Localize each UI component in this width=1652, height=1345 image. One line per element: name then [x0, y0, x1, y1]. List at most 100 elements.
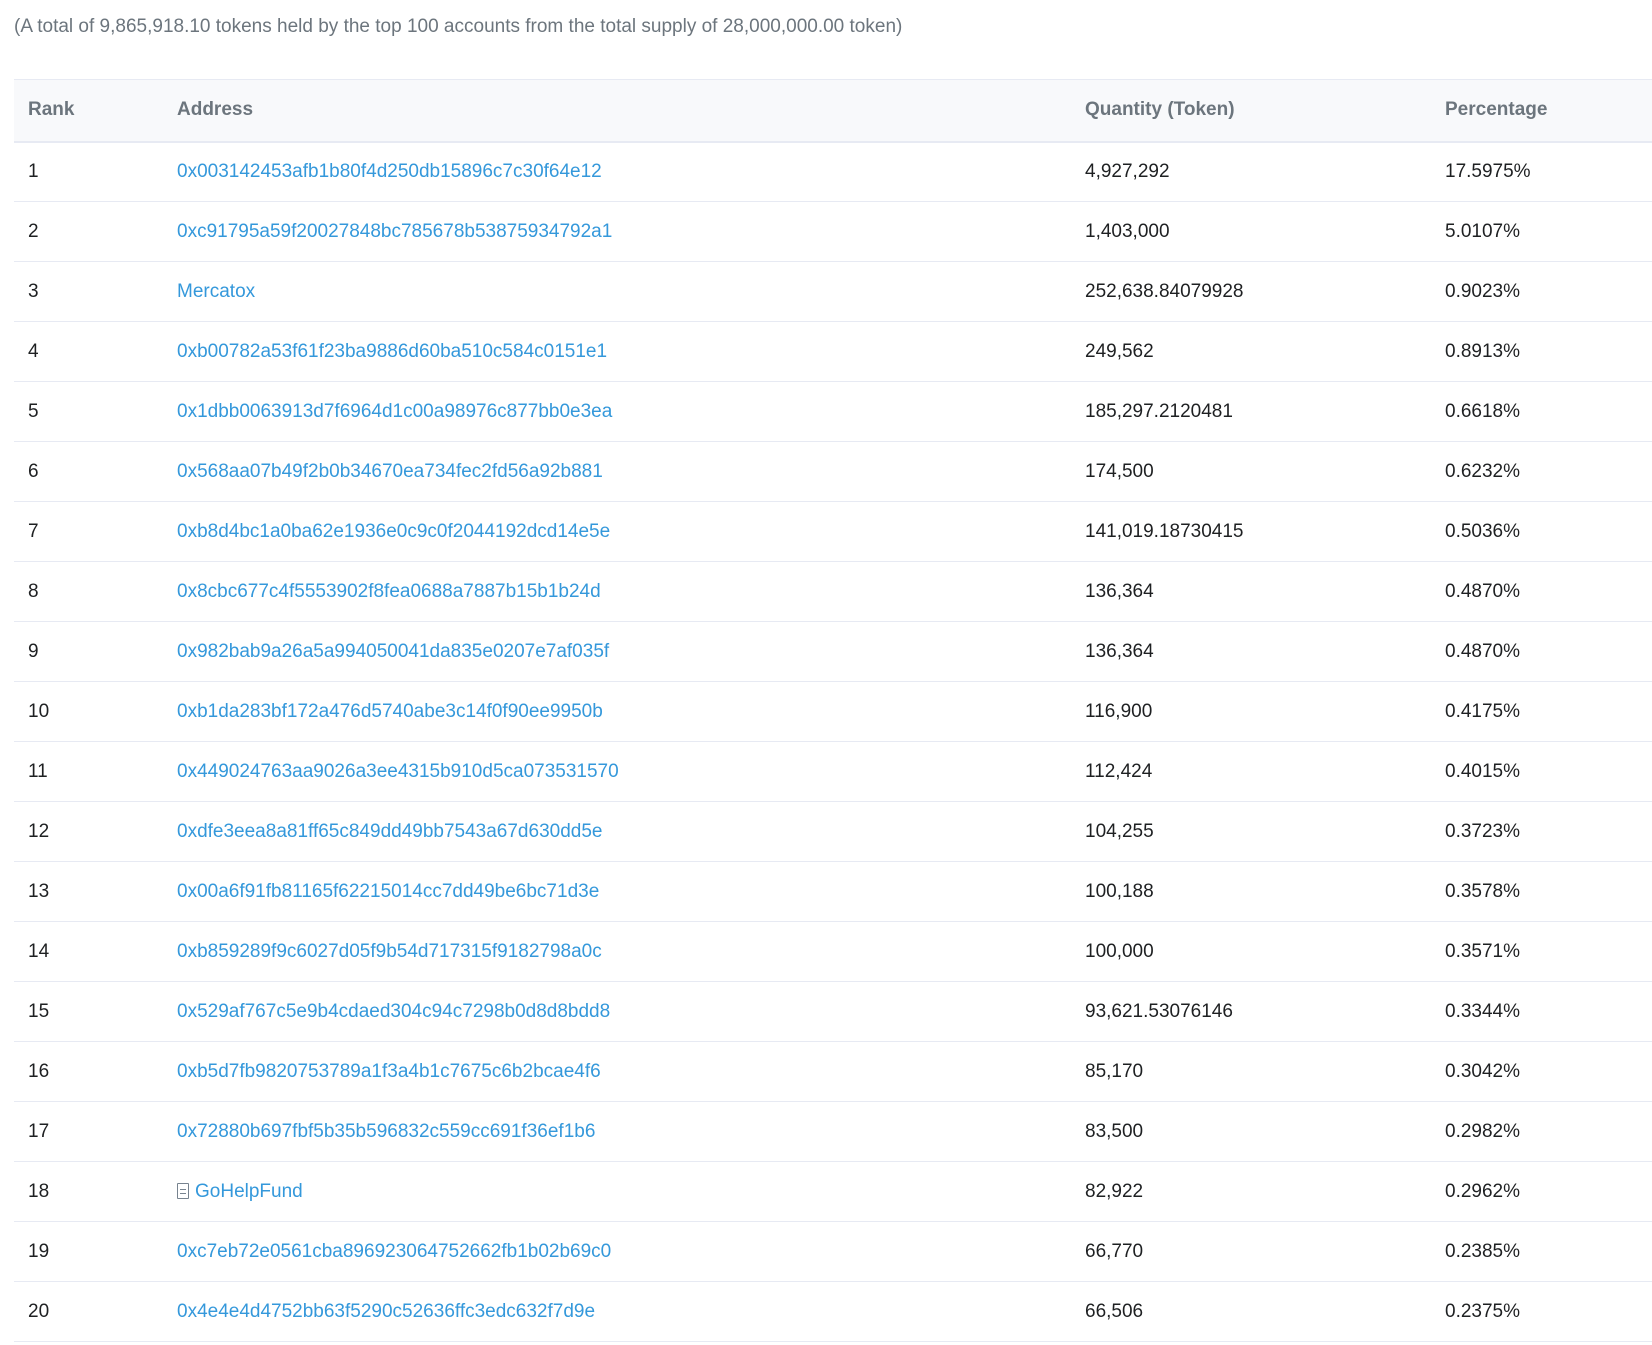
- percentage-cell: 0.3344%: [1445, 1000, 1521, 1022]
- percentage-cell: 17.5975%: [1445, 160, 1531, 182]
- address-cell: 0xb5d7fb9820753789a1f3a4b1c7675c6b2bcae4…: [163, 1042, 1071, 1102]
- quantity-cell: 141,019.18730415: [1085, 520, 1244, 542]
- address-link[interactable]: 0xb859289f9c6027d05f9b54d717315f9182798a…: [177, 941, 602, 962]
- quantity-cell: 93,621.53076146: [1085, 1000, 1233, 1022]
- quantity-cell: 136,364: [1085, 640, 1154, 662]
- percentage-cell: 0.3042%: [1445, 1060, 1521, 1082]
- rank-cell: 17: [28, 1120, 50, 1142]
- address-cell: 0x568aa07b49f2b0b34670ea734fec2fd56a92b8…: [163, 442, 1071, 502]
- address-link[interactable]: 0xc91795a59f20027848bc785678b53875934792…: [177, 221, 612, 242]
- header-row: Rank Address Quantity (Token) Percentage: [14, 79, 1652, 143]
- table-row: 3 Mercatox 252,638.84079928 0.9023%: [14, 262, 1652, 322]
- rank-column-header: Rank: [14, 79, 163, 143]
- rank-cell: 14: [28, 940, 50, 962]
- quantity-cell: 116,900: [1085, 700, 1153, 722]
- quantity-cell: 252,638.84079928: [1085, 280, 1244, 302]
- rank-cell: 12: [28, 820, 50, 842]
- table-row: 8 0x8cbc677c4f5553902f8fea0688a7887b15b1b…: [14, 562, 1652, 622]
- address-cell: 0x003142453afb1b80f4d250db15896c7c30f64e…: [163, 142, 1071, 202]
- rank-cell: 16: [28, 1060, 50, 1082]
- percentage-cell: 0.2385%: [1445, 1240, 1521, 1262]
- table-row: 20 0x4e4e4d4752bb63f5290c52636ffc3edc632f…: [14, 1282, 1652, 1342]
- rank-cell: 5: [28, 400, 39, 422]
- address-link[interactable]: 0x4e4e4d4752bb63f5290c52636ffc3edc632f7d…: [177, 1301, 595, 1322]
- address-link[interactable]: 0x1dbb0063913d7f6964d1c00a98976c877bb0e3…: [177, 401, 612, 422]
- contract-document-icon: [177, 1182, 189, 1199]
- quantity-cell: 249,562: [1085, 340, 1154, 362]
- address-cell: 0x8cbc677c4f5553902f8fea0688a7887b15b1b2…: [163, 562, 1071, 622]
- percentage-cell: 0.5036%: [1445, 520, 1521, 542]
- table-row: 9 0x982bab9a26a5a994050041da835e0207e7af0…: [14, 622, 1652, 682]
- quantity-cell: 66,770: [1085, 1240, 1144, 1262]
- rank-cell: 18: [28, 1180, 50, 1202]
- percentage-cell: 0.4175%: [1445, 700, 1521, 722]
- percentage-cell: 0.8913%: [1445, 340, 1521, 362]
- percentage-cell: 0.2962%: [1445, 1180, 1521, 1202]
- quantity-cell: 1,403,000: [1085, 220, 1170, 242]
- address-cell: 0x982bab9a26a5a994050041da835e0207e7af03…: [163, 622, 1071, 682]
- rank-cell: 8: [28, 580, 39, 602]
- rank-cell: 11: [28, 760, 48, 782]
- percentage-cell: 0.9023%: [1445, 280, 1521, 302]
- table-row: 17 0x72880b697fbf5b35b596832c559cc691f36e…: [14, 1102, 1652, 1162]
- table-header: Rank Address Quantity (Token) Percentage: [14, 79, 1652, 143]
- quantity-cell: 85,170: [1085, 1060, 1144, 1082]
- address-link[interactable]: 0xc7eb72e0561cba896923064752662fb1b02b69…: [177, 1241, 611, 1262]
- quantity-cell: 82,922: [1085, 1180, 1144, 1202]
- address-link[interactable]: 0x72880b697fbf5b35b596832c559cc691f36ef1…: [177, 1121, 595, 1142]
- quantity-column-header: Quantity (Token): [1071, 79, 1431, 143]
- quantity-cell: 185,297.2120481: [1085, 400, 1233, 422]
- table-row: 14 0xb859289f9c6027d05f9b54d717315f918279…: [14, 922, 1652, 982]
- table-row: 4 0xb00782a53f61f23ba9886d60ba510c584c015…: [14, 322, 1652, 382]
- address-link[interactable]: 0x449024763aa9026a3ee4315b910d5ca0735315…: [177, 761, 619, 782]
- address-cell: 0xc91795a59f20027848bc785678b53875934792…: [163, 202, 1071, 262]
- percentage-cell: 0.2375%: [1445, 1300, 1521, 1322]
- percentage-cell: 0.6232%: [1445, 460, 1521, 482]
- address-link[interactable]: 0x00a6f91fb81165f62215014cc7dd49be6bc71d…: [177, 881, 599, 902]
- table-row: 19 0xc7eb72e0561cba896923064752662fb1b02b…: [14, 1222, 1652, 1282]
- quantity-cell: 136,364: [1085, 580, 1154, 602]
- rank-cell: 15: [28, 1000, 50, 1022]
- rank-cell: 2: [28, 220, 39, 242]
- address-link[interactable]: 0xb5d7fb9820753789a1f3a4b1c7675c6b2bcae4…: [177, 1061, 601, 1082]
- address-cell: 0x4e4e4d4752bb63f5290c52636ffc3edc632f7d…: [163, 1282, 1071, 1342]
- percentage-cell: 0.3571%: [1445, 940, 1521, 962]
- percentage-cell: 0.6618%: [1445, 400, 1521, 422]
- rank-cell: 1: [28, 160, 39, 182]
- quantity-cell: 4,927,292: [1085, 160, 1170, 182]
- percentage-cell: 0.4870%: [1445, 580, 1521, 602]
- address-link[interactable]: 0xdfe3eea8a81ff65c849dd49bb7543a67d630dd…: [177, 821, 602, 842]
- percentage-cell: 0.4870%: [1445, 640, 1521, 662]
- table-row: 6 0x568aa07b49f2b0b34670ea734fec2fd56a92b…: [14, 442, 1652, 502]
- table-row: 18 GoHelpFund 82,922 0.2962%: [14, 1162, 1652, 1222]
- address-link[interactable]: 0x982bab9a26a5a994050041da835e0207e7af03…: [177, 641, 609, 662]
- quantity-cell: 100,000: [1085, 940, 1154, 962]
- address-link[interactable]: 0x003142453afb1b80f4d250db15896c7c30f64e…: [177, 161, 602, 182]
- address-cell: 0x449024763aa9026a3ee4315b910d5ca0735315…: [163, 742, 1071, 802]
- percentage-cell: 0.3723%: [1445, 820, 1521, 842]
- rank-cell: 9: [28, 640, 39, 662]
- address-link[interactable]: 0x8cbc677c4f5553902f8fea0688a7887b15b1b2…: [177, 581, 601, 602]
- table-row: 10 0xb1da283bf172a476d5740abe3c14f0f90ee9…: [14, 682, 1652, 742]
- table-row: 1 0x003142453afb1b80f4d250db15896c7c30f64…: [14, 142, 1652, 202]
- table-row: 12 0xdfe3eea8a81ff65c849dd49bb7543a67d630…: [14, 802, 1652, 862]
- address-cell: 0x00a6f91fb81165f62215014cc7dd49be6bc71d…: [163, 862, 1071, 922]
- table-row: 13 0x00a6f91fb81165f62215014cc7dd49be6bc7…: [14, 862, 1652, 922]
- holders-summary: (A total of 9,865,918.10 tokens held by …: [14, 16, 903, 37]
- rank-cell: 10: [28, 700, 50, 722]
- quantity-cell: 174,500: [1085, 460, 1154, 482]
- address-link[interactable]: GoHelpFund: [195, 1181, 303, 1202]
- address-link[interactable]: 0xb00782a53f61f23ba9886d60ba510c584c0151…: [177, 341, 607, 362]
- address-link[interactable]: 0xb8d4bc1a0ba62e1936e0c9c0f2044192dcd14e…: [177, 521, 610, 542]
- rank-cell: 6: [28, 460, 39, 482]
- quantity-cell: 104,255: [1085, 820, 1154, 842]
- address-cell: Mercatox: [163, 262, 1071, 322]
- address-link[interactable]: Mercatox: [177, 281, 255, 302]
- table-row: 7 0xb8d4bc1a0ba62e1936e0c9c0f2044192dcd14…: [14, 502, 1652, 562]
- address-link[interactable]: 0x568aa07b49f2b0b34670ea734fec2fd56a92b8…: [177, 461, 603, 482]
- address-cell: 0x72880b697fbf5b35b596832c559cc691f36ef1…: [163, 1102, 1071, 1162]
- address-link[interactable]: 0x529af767c5e9b4cdaed304c94c7298b0d8d8bd…: [177, 1001, 610, 1022]
- percentage-column-header: Percentage: [1431, 79, 1652, 143]
- table-body: 1 0x003142453afb1b80f4d250db15896c7c30f64…: [14, 142, 1652, 1342]
- address-link[interactable]: 0xb1da283bf172a476d5740abe3c14f0f90ee995…: [177, 701, 603, 722]
